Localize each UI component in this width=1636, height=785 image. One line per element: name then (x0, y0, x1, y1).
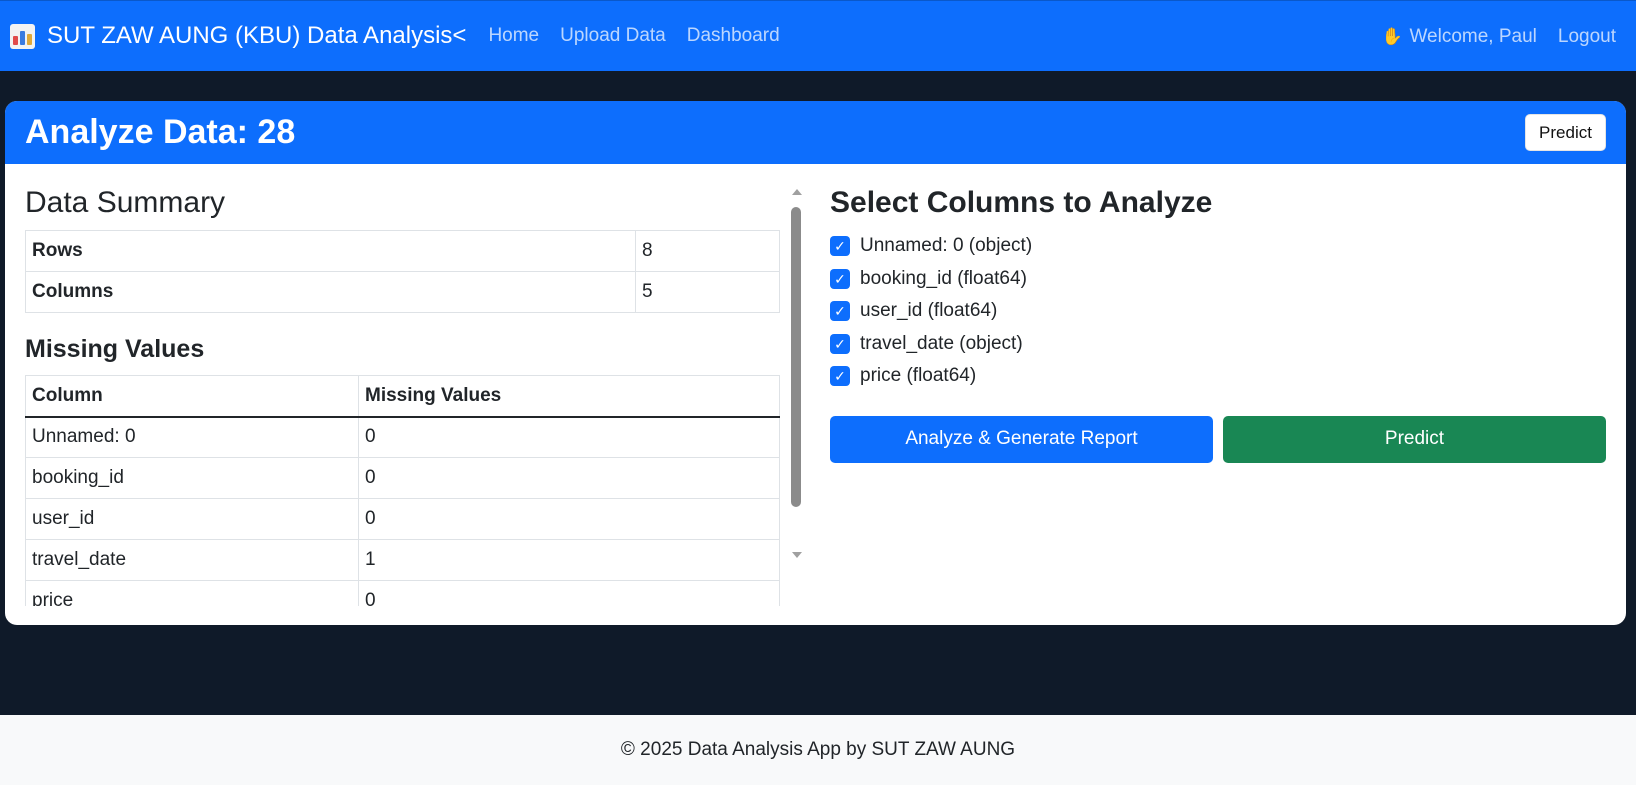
column-checkbox-list: ✓ Unnamed: 0 (object) ✓ booking_id (floa… (830, 230, 1606, 393)
card-header: Analyze Data: 28 Predict (5, 101, 1626, 164)
data-summary-title: Data Summary (25, 186, 226, 219)
table-row: user_id 0 (25, 498, 780, 540)
missing-count-cell: 0 (358, 580, 780, 606)
welcome-message: ✋ Welcome, Paul (1381, 26, 1536, 48)
missing-count-cell: 0 (358, 457, 780, 499)
missing-count-cell: 1 (358, 539, 780, 581)
missing-count-cell: 0 (358, 416, 780, 458)
nav-upload-data-link[interactable]: Upload Data (560, 25, 666, 47)
checkbox-checked-icon[interactable]: ✓ (830, 268, 850, 289)
column-header: Column (25, 375, 359, 417)
analyze-report-button[interactable]: Analyze & Generate Report (830, 415, 1213, 463)
summary-label: Rows (25, 230, 636, 272)
nav-home-link[interactable]: Home (488, 25, 539, 47)
column-checkbox-label: Unnamed: 0 (object) (860, 235, 1033, 257)
missing-values-table: Column Missing Values Unnamed: 0 0 booki… (25, 375, 780, 606)
scroll-down-arrow-icon[interactable] (792, 552, 802, 558)
vertical-scrollbar[interactable] (789, 186, 803, 558)
logout-link[interactable]: Logout (1558, 26, 1616, 48)
table-row: Rows 8 (25, 230, 780, 272)
column-checkbox-label: price (float64) (860, 365, 977, 387)
nav-dashboard-link[interactable]: Dashboard (687, 25, 780, 47)
column-selection-panel: Select Columns to Analyze ✓ Unnamed: 0 (… (830, 186, 1606, 463)
welcome-text: Welcome, Paul (1409, 25, 1537, 47)
nav-links: Home Upload Data Dashboard (488, 25, 800, 47)
checkbox-checked-icon[interactable]: ✓ (830, 333, 850, 354)
brand[interactable]: SUT ZAW AUNG (KBU) Data Analysis< (10, 22, 466, 50)
missing-count-cell: 0 (358, 498, 780, 540)
summary-label: Columns (25, 271, 636, 313)
table-row: Unnamed: 0 0 (25, 416, 780, 458)
checkbox-checked-icon[interactable]: ✓ (830, 366, 850, 387)
table-row: Columns 5 (25, 271, 780, 313)
action-buttons: Analyze & Generate Report Predict (830, 415, 1606, 463)
table-header-row: Column Missing Values (25, 375, 780, 417)
scroll-up-arrow-icon[interactable] (792, 189, 802, 195)
waving-hand-icon: ✋ (1381, 27, 1403, 46)
table-row: booking_id 0 (25, 457, 780, 499)
summary-table: Rows 8 Columns 5 (25, 230, 780, 313)
summary-value: 5 (635, 271, 780, 313)
table-row: price 0 (25, 580, 780, 606)
footer-text: © 2025 Data Analysis App by SUT ZAW AUNG (620, 739, 1016, 760)
select-columns-title: Select Columns to Analyze (830, 186, 1213, 219)
footer: © 2025 Data Analysis App by SUT ZAW AUNG (0, 715, 1636, 785)
analyze-card: Analyze Data: 28 Predict Data Summary Ro… (5, 101, 1626, 625)
missing-values-title: Missing Values (25, 335, 205, 363)
column-checkbox-label: user_id (float64) (860, 300, 998, 322)
summary-scroll-area[interactable]: Data Summary Rows 8 Columns 5 Missing Va… (25, 186, 780, 606)
checkbox-checked-icon[interactable]: ✓ (830, 301, 850, 322)
column-name-cell: Unnamed: 0 (25, 416, 359, 458)
column-checkbox-item[interactable]: ✓ Unnamed: 0 (object) (830, 230, 1606, 263)
column-checkbox-item[interactable]: ✓ travel_date (object) (830, 328, 1606, 361)
scrollbar-thumb[interactable] (791, 207, 801, 507)
summary-value: 8 (635, 230, 780, 272)
column-name-cell: user_id (25, 498, 359, 540)
column-checkbox-item[interactable]: ✓ price (float64) (830, 360, 1606, 393)
table-row: travel_date 1 (25, 539, 780, 581)
column-checkbox-label: booking_id (float64) (860, 267, 1027, 289)
top-navbar: SUT ZAW AUNG (KBU) Data Analysis< Home U… (0, 0, 1636, 71)
predict-button[interactable]: Predict (1223, 415, 1606, 463)
brand-text: SUT ZAW AUNG (KBU) Data Analysis< (47, 22, 467, 49)
page-title: Analyze Data: 28 (25, 113, 296, 151)
column-checkbox-item[interactable]: ✓ booking_id (float64) (830, 263, 1606, 296)
bar-chart-icon (10, 23, 35, 49)
checkbox-checked-icon[interactable]: ✓ (830, 236, 850, 257)
header-predict-button[interactable]: Predict (1525, 114, 1606, 151)
data-summary-panel: Data Summary Rows 8 Columns 5 Missing Va… (25, 186, 803, 606)
missing-values-header: Missing Values (358, 375, 780, 417)
column-name-cell: booking_id (25, 457, 359, 499)
column-checkbox-item[interactable]: ✓ user_id (float64) (830, 295, 1606, 328)
column-checkbox-label: travel_date (object) (860, 332, 1023, 354)
nav-user-area: ✋ Welcome, Paul Logout (1381, 1, 1616, 72)
column-name-cell: price (25, 580, 359, 606)
column-name-cell: travel_date (25, 539, 359, 581)
